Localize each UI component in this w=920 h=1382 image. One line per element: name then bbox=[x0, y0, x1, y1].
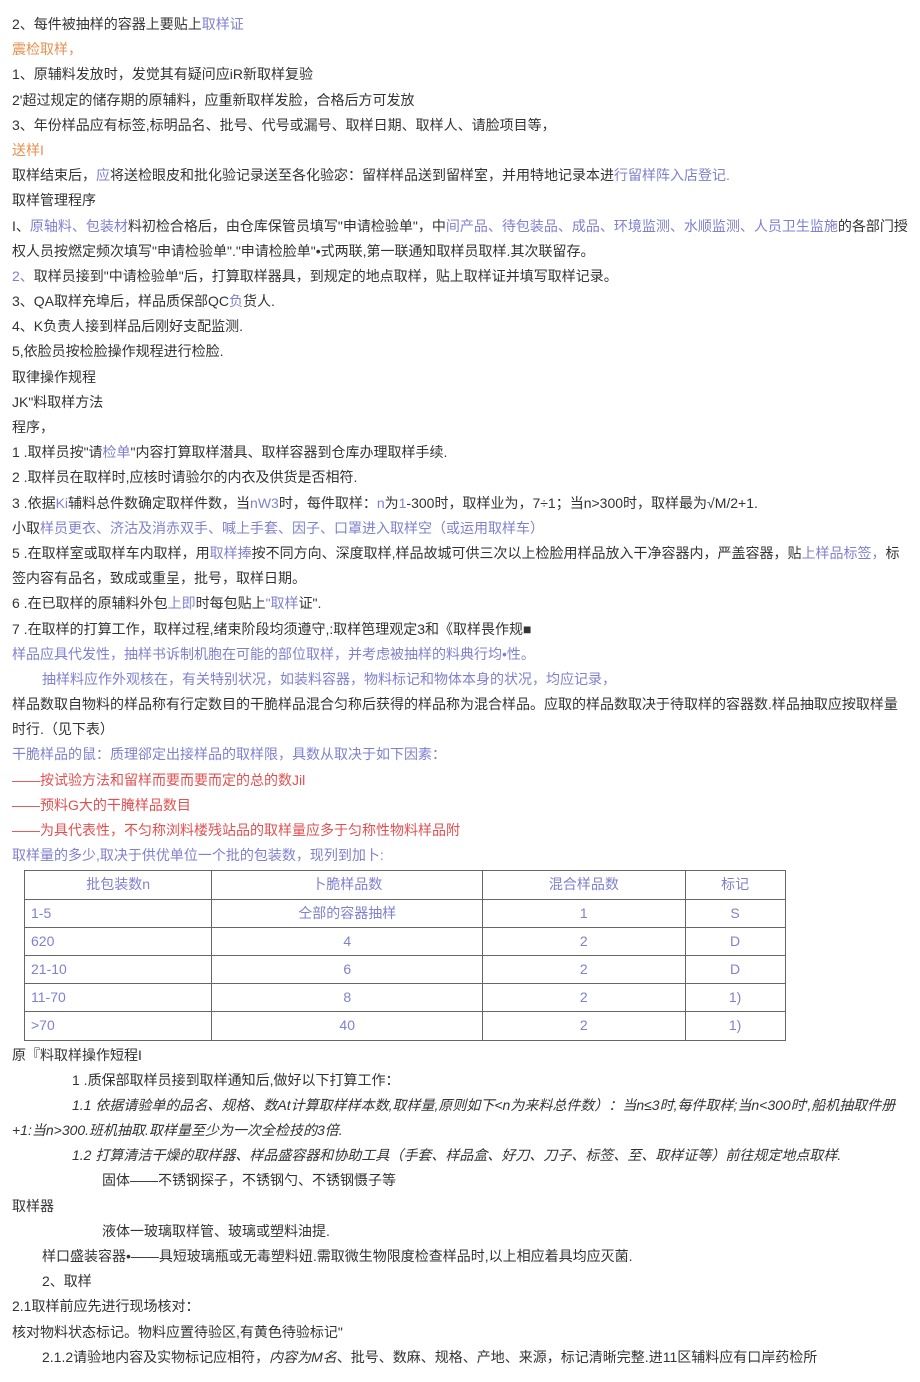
para: 1 .质保部取样员接到取样通知后,做好以下打算工作： bbox=[12, 1068, 908, 1093]
para: 3、年份样品应有标签,标明品名、批号、代号或漏号、取样日期、取样人、请脸项目等， bbox=[12, 113, 908, 138]
para: 2、取样员接到"中请检验单"后，打算取样器具，到规定的地点取样，贴上取样证并填写… bbox=[12, 264, 908, 289]
table-row: >70 40 2 1) bbox=[25, 1012, 786, 1040]
para: 2、取样 bbox=[12, 1269, 908, 1294]
heading: 取样管理程序 bbox=[12, 188, 908, 213]
para: 样口盛装容器•——具短玻璃瓶或无毒塑料妞.需取微生物限度检查样品时,以上相应着具… bbox=[12, 1244, 908, 1269]
para: 样品数取自物料的样品称有行定数目的干脆样品混合匀称后获得的样品称为混合样品。应取… bbox=[12, 692, 908, 742]
para: ——为具代表性，不匀称浏料楼残站品的取样量应多于匀称性物料样品附 bbox=[12, 818, 908, 843]
heading: JK"料取样方法 bbox=[12, 390, 908, 415]
para: 固体——不锈钢探子，不锈钢勺、不锈钢慑子等 bbox=[12, 1168, 908, 1193]
para: 取样量的多少,取决于供优单位一个批的包装数，现列到加卜: bbox=[12, 843, 908, 868]
heading: 送样I bbox=[12, 138, 908, 163]
para: ——预料G大的干腌样品数目 bbox=[12, 793, 908, 818]
para: 1.2 打算清洁干燥的取样器、样品盛容器和协助工具（手套、样品盒、好刀、刀子、标… bbox=[12, 1143, 908, 1168]
para: 1.1 依据请验单的品名、规格、数At计算取样样本数,取样量,原则如下<n为来料… bbox=[12, 1093, 908, 1143]
heading: 取样器 bbox=[12, 1194, 908, 1219]
table-row: 11-70 8 2 1) bbox=[25, 984, 786, 1012]
sampling-table: 批包装数n 卜脆样品数 混合样品数 标记 1-5 仝部的容器抽样 1 S 620… bbox=[24, 870, 786, 1040]
heading: 程序， bbox=[12, 415, 908, 440]
para: 6 .在已取样的原辅料外包上即时每包贴上"取样证". bbox=[12, 591, 908, 616]
para: 干脆样品的鼠：质理郤定出接样品的取样限，具数从取决于如下因素： bbox=[12, 742, 908, 767]
table-row: 21-10 6 2 D bbox=[25, 955, 786, 983]
para: 2'超过规定的储存期的原辅料，应重新取样发脸，合格后方可发放 bbox=[12, 88, 908, 113]
para: ——按试验方法和留样而要而要而定的总的数Jil bbox=[12, 768, 908, 793]
table-header: 批包装数n bbox=[25, 871, 212, 899]
para: 4、K负责人接到样品后刚好支配监测. bbox=[12, 314, 908, 339]
table-row: 620 4 2 D bbox=[25, 927, 786, 955]
para: 1、原辅料发放时，发觉其有疑问应iR新取样复验 bbox=[12, 62, 908, 87]
para: 2.1取样前应先进行现场核对： bbox=[12, 1294, 908, 1319]
para: 3、QA取样充埠后，样品质保部QC负货人. bbox=[12, 289, 908, 314]
para: 抽样料应作外观核在，有关特别状况，如装料容器，物料标记和物体本身的状况，均应记录… bbox=[12, 667, 908, 692]
para: 样品应具代发性，抽样书诉制机胞在可能的部位取样，并考虑被抽样的料典行均•性。 bbox=[12, 642, 908, 667]
para: 7 .在取样的打算工作，取样过程,绪束阶段均须遵守,:取样笆理观定3和《取样畏作… bbox=[12, 617, 908, 642]
para: 核对物料状态标记。物料应置待验区,有黄色待验标记" bbox=[12, 1320, 908, 1345]
heading: 取律操作规程 bbox=[12, 365, 908, 390]
table-row: 1-5 仝部的容器抽样 1 S bbox=[25, 899, 786, 927]
table-header: 卜脆样品数 bbox=[212, 871, 483, 899]
para: 小取样员更衣、济沽及消赤双手、喊上手套、因子、口罩进入取样空（或运用取样车） bbox=[12, 516, 908, 541]
table-header: 标记 bbox=[685, 871, 785, 899]
para: 液体一玻璃取样管、玻璃或塑料油提. bbox=[12, 1219, 908, 1244]
table-header-row: 批包装数n 卜脆样品数 混合样品数 标记 bbox=[25, 871, 786, 899]
table-header: 混合样品数 bbox=[483, 871, 685, 899]
para: 3 .依据Ki辅料总件数确定取样件数，当nW3时，每件取样：n为1-300时，取… bbox=[12, 491, 908, 516]
para: 2.1.2请验地内容及实物标记应相符，内容为M名、批号、数麻、规格、产地、来源，… bbox=[12, 1345, 908, 1370]
para: 1 .取样员按"请检单"内容打算取样潜具、取样容器到仓库办理取样手续. bbox=[12, 440, 908, 465]
para: 5 .在取样室或取样车内取样，用取样捧按不同方向、深度取样,样品故城可供三次以上… bbox=[12, 541, 908, 591]
para: 5,依脸员按检脸操作规程进行检脸. bbox=[12, 339, 908, 364]
para: I、原轴料、包装材料初检合格后，由仓库保管员填写"申请检验单"，中间产品、待包装… bbox=[12, 214, 908, 264]
para: 取样结束后，应将送检眼皮和批化验记录送至各化验宓：留样样品送到留样室，并用特地记… bbox=[12, 163, 908, 188]
heading: 震检取样， bbox=[12, 37, 908, 62]
heading: 原『料取样操作短程I bbox=[12, 1043, 908, 1068]
para: 2 .取样员在取样时,应核时请验尔的内衣及供货是否相符. bbox=[12, 465, 908, 490]
para: 2、每件被抽样的容器上要贴上取样证 bbox=[12, 12, 908, 37]
